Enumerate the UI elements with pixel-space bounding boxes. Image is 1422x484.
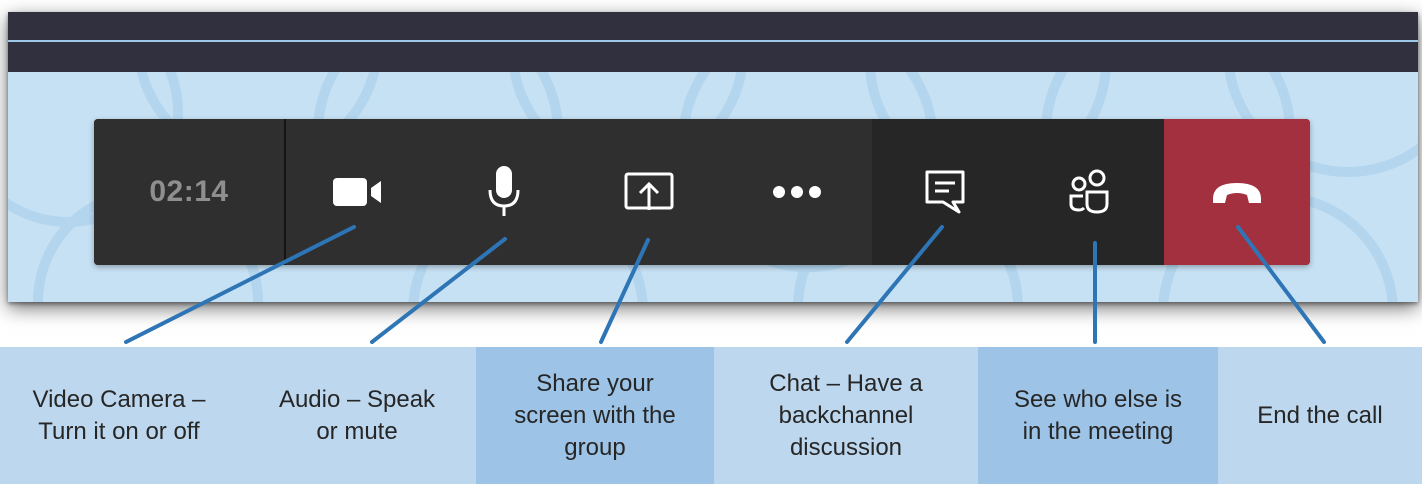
callout-video: Video Camera – Turn it on or off [0,347,238,484]
video-camera-button[interactable] [286,119,431,265]
annotated-screenshot: 02:14 Video Camera – Turn it on or off A… [0,0,1422,484]
callout-audio: Audio – Speak or mute [238,347,476,484]
hang-up-button[interactable] [1164,119,1310,265]
meeting-control-bar: 02:14 [94,119,1310,265]
chat-button[interactable] [872,119,1018,265]
call-timer: 02:14 [94,119,286,265]
title-strip-divider [8,40,1418,42]
share-screen-icon [624,172,673,210]
microphone-icon [488,166,519,216]
more-options-icon [772,186,821,198]
call-duration: 02:14 [149,175,229,208]
participants-button[interactable] [1018,119,1164,265]
callout-participants: See who else is in the meeting [978,347,1218,484]
more-options-button[interactable] [721,119,872,265]
callout-share: Share your screen with the group [476,347,714,484]
participants-icon [1069,169,1109,214]
video-camera-icon [332,178,381,206]
chat-icon [925,170,965,214]
share-screen-button[interactable] [576,119,721,265]
hang-up-icon [1213,183,1261,203]
microphone-button[interactable] [431,119,576,265]
callout-chat: Chat – Have a backchannel discussion [714,347,978,484]
window-title-strip [8,12,1418,72]
callout-end-call: End the call [1218,347,1422,484]
